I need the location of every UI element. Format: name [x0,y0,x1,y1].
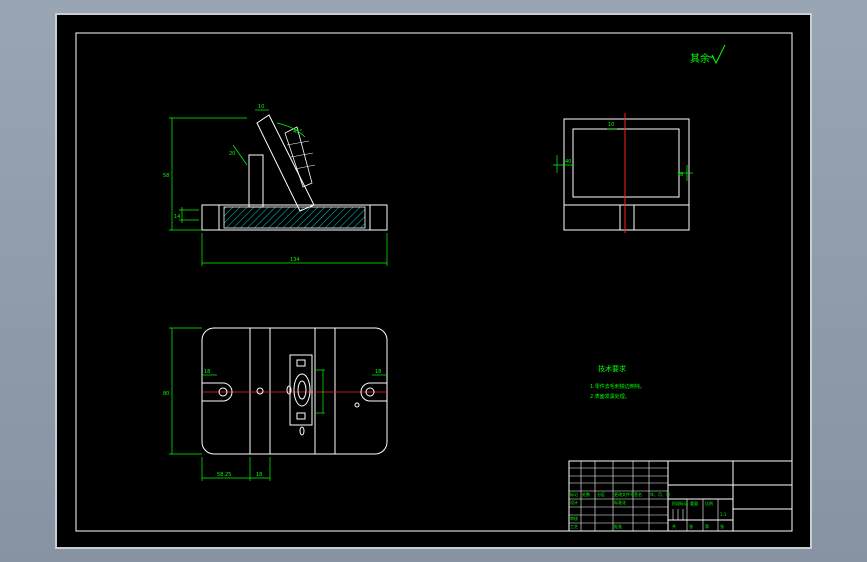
front-dim-angle-a: 20 [229,151,235,157]
tech-title: 技术要求 [598,364,626,373]
plan-dim-right: 18 [375,369,381,375]
side-dim-top: 10 [608,122,614,128]
plan-view: 80 58.25 18 18 18 [163,327,388,481]
front-angled-arm [256,114,315,212]
front-dim-height: 58 [163,173,169,179]
tb-page: 第 [705,523,709,529]
tb-label-sign: 签名 [634,491,642,497]
tech-item-2: 2.表面发黑处理。 [590,393,630,400]
tb-process: 工艺 [570,524,578,529]
tb-label-change-no: 更改文件号 [614,491,634,497]
side-dim-right: 18 [677,172,683,178]
tb-approve: 批准 [614,523,622,529]
tech-item-1: 1.零件去毛刺锐边倒钝。 [590,383,645,390]
tb-scale-value: 1:1 [720,512,727,517]
tech-requirements: 技术要求 1.零件去毛刺锐边倒钝。 2.表面发黑处理。 [590,364,645,400]
tb-label-zone: 分区 [597,491,605,497]
front-dim-side: 14 [174,214,180,220]
plan-dim-bottom-b: 18 [256,472,262,478]
cad-canvas: 其余 58 134 14 10 20 45° 40 18 10 80 58.25… [75,32,793,532]
tb-label-date: 年、月、日 [650,491,670,497]
front-dim-width: 134 [290,257,300,263]
tb-standard: 标准化 [614,499,626,505]
tb-sheet: 共 [672,523,676,529]
plan-dim-height: 80 [163,391,169,397]
tb-sheet2: 张 [689,523,693,529]
title-block: 标记 处数 分区 更改文件号 签名 年、月、日 设计 标准化 审核 工艺 批准 … [568,460,793,532]
inner-frame [75,32,793,532]
roughness-mark-text: 其余 [690,52,710,65]
front-dim-angle-b: 45° [293,129,302,135]
tb-label-mark: 标记 [570,491,578,497]
plan-dim-bottom-a: 58.25 [217,472,231,478]
tb-scale: 比例 [705,500,713,506]
plan-dim-left: 18 [204,369,210,375]
tb-label-count: 处数 [582,491,590,497]
tb-stage: 阶段标记 [672,500,688,506]
front-view: 58 134 14 10 20 45° [163,104,388,266]
tb-design: 设计 [570,499,578,505]
tb-check: 审核 [570,515,578,521]
drawing-sheet: 其余 58 134 14 10 20 45° 40 18 10 80 58.25… [55,13,812,549]
roughness-symbol: 其余 [690,44,726,65]
front-dim-top: 10 [258,104,264,110]
side-view: 40 18 10 [553,113,693,233]
front-section-hatch [223,206,366,229]
tb-weight: 重量 [690,500,698,506]
tb-page2: 张 [720,523,724,529]
side-dim-left: 40 [565,159,571,165]
